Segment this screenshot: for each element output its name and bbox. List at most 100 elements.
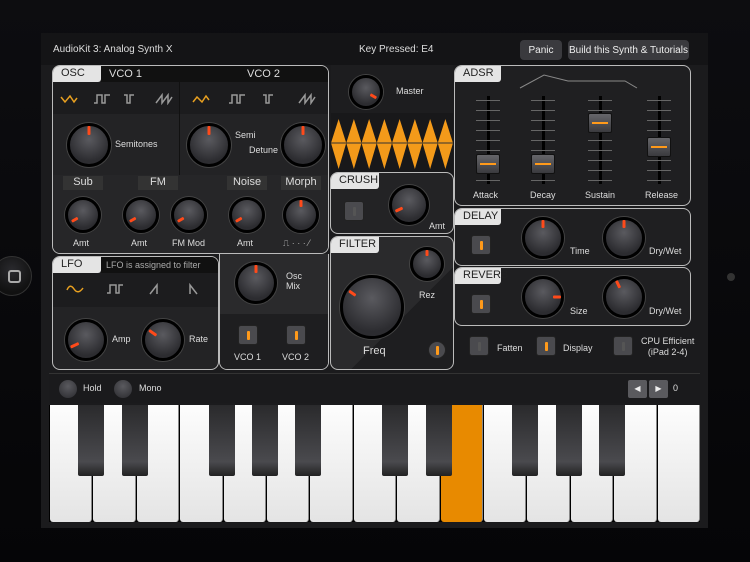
osc-mix-label-2: Mix — [286, 281, 300, 291]
fader-tick — [531, 130, 555, 131]
fader-tick — [588, 180, 612, 181]
filter-lfo-toggle[interactable] — [428, 341, 446, 359]
osc-mix-knob[interactable] — [235, 262, 277, 304]
filter-freq-knob[interactable] — [340, 275, 404, 339]
mono-button[interactable] — [114, 380, 132, 398]
black-key-C#3[interactable] — [78, 405, 105, 476]
vco1-sawtooth-icon[interactable] — [155, 93, 173, 105]
display-toggle[interactable] — [536, 336, 556, 356]
detune-label: Detune — [249, 145, 279, 155]
fm-amt-label: Amt — [131, 238, 148, 248]
black-key-D#3[interactable] — [121, 405, 148, 476]
vco2-led — [295, 331, 298, 340]
lfo-amp-knob[interactable] — [65, 319, 107, 361]
osc-tab: OSC — [53, 66, 101, 82]
release-label: Release — [645, 190, 679, 200]
white-key-C5[interactable] — [657, 405, 700, 522]
sustain-fader-thumb[interactable] — [588, 113, 612, 133]
lfo-rate-knob[interactable] — [142, 319, 184, 361]
fader-tick — [476, 110, 500, 111]
fatten-label: Fatten — [497, 343, 523, 353]
build-tutorials-button[interactable]: Build this Synth & Tutorials — [568, 40, 689, 60]
black-key-F#4[interactable] — [512, 405, 539, 476]
reverb-drywet-knob[interactable] — [603, 276, 645, 318]
black-key-G#4[interactable] — [555, 405, 582, 476]
morph-header: Morph — [281, 176, 321, 190]
mono-label: Mono — [139, 383, 162, 393]
morph-knob[interactable] — [283, 197, 319, 233]
fader-tick — [588, 100, 612, 101]
waveform-display — [331, 113, 453, 173]
octave-down-button[interactable]: ◀ — [628, 380, 647, 398]
cpu-efficient-toggle[interactable] — [613, 336, 633, 356]
synth-screen: AudioKit 3: Analog Synth X Key Pressed: … — [41, 33, 708, 528]
crush-tab: CRUSH — [331, 173, 379, 189]
black-key-G#3[interactable] — [252, 405, 278, 476]
crush-amt-knob[interactable] — [389, 185, 429, 225]
fatten-led — [478, 342, 481, 351]
vco1-toggle[interactable] — [238, 325, 258, 345]
fader-tick — [588, 110, 612, 111]
attack-fader-thumb[interactable] — [476, 153, 500, 174]
delay-time-knob[interactable] — [522, 217, 564, 259]
fader-tick — [531, 180, 555, 181]
filter-lfo-led — [436, 346, 439, 355]
hold-button[interactable] — [59, 380, 77, 398]
black-key-A#3[interactable] — [295, 405, 322, 476]
octave-readout: 0 — [673, 383, 679, 393]
delay-panel: DELAY Time Dry/Wet — [454, 208, 691, 266]
black-key-F#3[interactable] — [208, 405, 235, 476]
fm-amt-knob[interactable] — [123, 197, 159, 233]
vco2-triangle-icon[interactable] — [192, 93, 210, 105]
delay-toggle[interactable] — [471, 235, 491, 255]
vco2-pulse-icon[interactable] — [262, 93, 280, 105]
lfo-status: LFO is assigned to filter — [106, 260, 201, 270]
fm-mod-knob[interactable] — [171, 197, 207, 233]
crush-amt-label: Amt — [429, 221, 446, 231]
semi-knob[interactable] — [187, 123, 231, 167]
lfo-sine-icon[interactable] — [66, 283, 84, 295]
key-pressed-readout: Key Pressed: E4 — [359, 44, 434, 55]
vco2-square-icon[interactable] — [228, 93, 246, 105]
osc-mix-label: Osc Mix — [286, 271, 302, 291]
decay-label: Decay — [530, 190, 556, 200]
vco1-pulse-icon[interactable] — [123, 93, 141, 105]
black-key-C#4[interactable] — [382, 405, 409, 476]
lfo-ramp-down-icon[interactable] — [185, 283, 203, 295]
reverb-toggle[interactable] — [471, 294, 491, 314]
semitones-knob[interactable] — [67, 123, 111, 167]
noise-amt-knob[interactable] — [229, 197, 265, 233]
fm-header: FM — [138, 176, 178, 190]
release-fader-thumb[interactable] — [647, 136, 671, 157]
panic-button[interactable]: Panic — [520, 40, 562, 60]
vco2-toggle[interactable] — [286, 325, 306, 345]
crush-toggle[interactable] — [344, 201, 364, 221]
delay-drywet-knob[interactable] — [603, 217, 645, 259]
vco2-sawtooth-icon[interactable] — [298, 93, 316, 105]
fader-tick — [588, 140, 612, 141]
lfo-panel: LFO LFO is assigned to filter Amp Rate — [52, 256, 219, 370]
detune-knob[interactable] — [281, 123, 325, 167]
fader-tick — [647, 100, 671, 101]
filter-rez-knob[interactable] — [410, 247, 444, 281]
osc-panel: OSC VCO 1 VCO 2 Semitones Semi Detune Su… — [52, 65, 329, 254]
keyboard-toolbar: Hold Mono ◀ ▶ 0 — [49, 373, 700, 403]
vco2-header: VCO 2 — [247, 68, 281, 80]
sub-amt-label: Amt — [73, 238, 90, 248]
noise-amt-label: Amt — [237, 238, 254, 248]
black-key-A#4[interactable] — [599, 405, 626, 476]
lfo-square-icon[interactable] — [106, 283, 124, 295]
fader-tick — [647, 180, 671, 181]
lfo-ramp-up-icon[interactable] — [146, 283, 164, 295]
master-knob[interactable] — [349, 75, 383, 109]
sub-amt-knob[interactable] — [65, 197, 101, 233]
filter-panel: FILTER Freq Rez — [330, 236, 454, 370]
reverb-size-knob[interactable] — [522, 276, 564, 318]
semi-label: Semi — [235, 130, 256, 140]
black-key-D#4[interactable] — [425, 405, 452, 476]
octave-up-button[interactable]: ▶ — [649, 380, 668, 398]
vco1-triangle-icon[interactable] — [60, 93, 78, 105]
fatten-toggle[interactable] — [469, 336, 489, 356]
vco1-square-icon[interactable] — [93, 93, 111, 105]
decay-fader-thumb[interactable] — [531, 153, 555, 174]
